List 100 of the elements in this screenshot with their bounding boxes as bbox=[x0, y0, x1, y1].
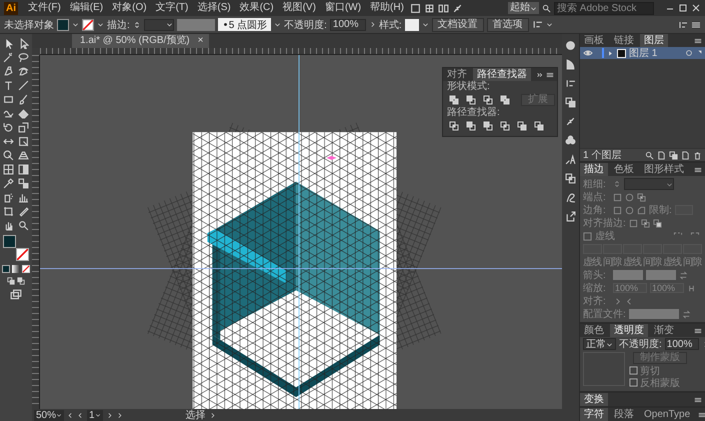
shape-icon[interactable] bbox=[565, 59, 576, 70]
curvature-pen-icon[interactable] bbox=[18, 66, 29, 77]
type-icon[interactable] bbox=[3, 80, 14, 91]
panel-tab[interactable]: 颜色 bbox=[580, 324, 608, 337]
workspace-dropdown[interactable]: 起始 bbox=[508, 2, 539, 14]
menu-item[interactable]: 窗口(W) bbox=[322, 1, 364, 15]
menu-item[interactable]: 效果(C) bbox=[236, 1, 277, 15]
color-mode-swatch[interactable] bbox=[2, 265, 10, 273]
panel-tab[interactable]: 链接 bbox=[610, 34, 638, 47]
close-tab-button[interactable]: × bbox=[196, 35, 206, 47]
menu-item[interactable]: 文字(T) bbox=[152, 1, 192, 15]
minus-back-icon[interactable] bbox=[534, 121, 544, 131]
panel-tab[interactable]: 画板 bbox=[580, 34, 608, 47]
toolbar-button[interactable]: 文档设置 bbox=[432, 18, 484, 32]
panel-tab[interactable]: 渐变 bbox=[650, 324, 678, 337]
mesh-icon[interactable] bbox=[3, 164, 14, 175]
menu-item[interactable]: 文件(F) bbox=[25, 1, 64, 15]
scale-icon[interactable] bbox=[18, 122, 29, 133]
eye-icon[interactable] bbox=[583, 48, 593, 58]
slice-icon[interactable] bbox=[18, 206, 29, 217]
circle-icon[interactable] bbox=[565, 40, 576, 51]
symbol-sprayer-icon[interactable] bbox=[3, 192, 14, 203]
opacity-field[interactable]: 100% bbox=[664, 338, 699, 350]
spinner-icon[interactable] bbox=[132, 20, 141, 30]
checkbox[interactable] bbox=[629, 366, 638, 375]
toolbar-button[interactable]: 首选项 bbox=[486, 18, 529, 32]
bar-graph-icon[interactable] bbox=[18, 192, 29, 203]
blend-icon[interactable] bbox=[18, 178, 29, 189]
panel-tab[interactable]: 图层 bbox=[640, 34, 668, 47]
menu-icon[interactable] bbox=[546, 70, 554, 78]
expand-arrow-icon[interactable] bbox=[607, 50, 614, 56]
hand-icon[interactable] bbox=[3, 220, 14, 231]
menu-icon[interactable] bbox=[694, 166, 702, 174]
menu-icon[interactable] bbox=[694, 396, 702, 404]
search-field[interactable]: 搜索 Adobe Stock bbox=[554, 2, 654, 14]
zoom-dropdown[interactable]: 50% bbox=[34, 410, 64, 420]
rotate-icon[interactable] bbox=[3, 122, 14, 133]
unite-icon[interactable] bbox=[449, 95, 459, 105]
fill-color-swatch[interactable] bbox=[3, 235, 16, 248]
guide-line[interactable] bbox=[40, 268, 562, 269]
draw-behind-icon[interactable] bbox=[17, 277, 25, 285]
panel-tab[interactable]: 段落 bbox=[610, 408, 638, 421]
direct-selection-icon[interactable] bbox=[18, 38, 29, 49]
zoom-icon[interactable] bbox=[18, 220, 29, 231]
menu-icon[interactable] bbox=[698, 410, 705, 418]
perspective-grid-icon[interactable] bbox=[18, 150, 29, 161]
merge-icon[interactable] bbox=[483, 121, 493, 131]
free-transform-icon[interactable] bbox=[18, 136, 29, 147]
panel-tab[interactable]: 对齐 bbox=[443, 68, 471, 81]
gradient-mode-swatch[interactable] bbox=[12, 265, 20, 273]
divide-icon[interactable] bbox=[449, 121, 459, 131]
search-icon[interactable] bbox=[645, 150, 654, 160]
line-icon[interactable] bbox=[18, 80, 29, 91]
menu-icon[interactable] bbox=[694, 36, 702, 44]
layout-icon[interactable] bbox=[438, 2, 449, 14]
menu-item[interactable]: 视图(V) bbox=[280, 1, 319, 15]
none-mode-swatch[interactable] bbox=[22, 265, 30, 273]
stroke-none-swatch[interactable] bbox=[16, 248, 29, 261]
menu-icon[interactable] bbox=[691, 20, 701, 30]
artboard-dropdown[interactable]: 1 bbox=[87, 410, 103, 420]
arrange-icon[interactable] bbox=[532, 19, 543, 30]
shape-builder-icon[interactable] bbox=[3, 150, 14, 161]
grid-icon[interactable] bbox=[424, 2, 435, 14]
minus-front-icon[interactable] bbox=[466, 95, 476, 105]
lasso-icon[interactable] bbox=[18, 52, 29, 63]
crop-icon[interactable] bbox=[500, 121, 510, 131]
close-icon[interactable] bbox=[691, 3, 701, 13]
collapse-icon[interactable] bbox=[536, 70, 544, 78]
page-icon[interactable] bbox=[657, 150, 666, 160]
trim-icon[interactable] bbox=[466, 121, 476, 131]
panel-tab[interactable]: 路径查找器 bbox=[473, 68, 531, 81]
menu-item[interactable]: 对象(O) bbox=[109, 1, 150, 15]
pen-a-icon[interactable] bbox=[565, 154, 576, 165]
export-icon[interactable] bbox=[565, 211, 576, 222]
trash-icon[interactable] bbox=[693, 150, 702, 160]
style-swatch[interactable] bbox=[404, 18, 419, 30]
eyedropper-icon[interactable] bbox=[3, 178, 14, 189]
intersect-icon[interactable] bbox=[483, 95, 493, 105]
club-icon[interactable] bbox=[565, 135, 576, 146]
panel-tab[interactable]: OpenType bbox=[640, 408, 694, 421]
checkbox[interactable] bbox=[629, 378, 638, 387]
document-tab[interactable]: 1.ai* @ 50% (RGB/预览) × bbox=[72, 34, 210, 48]
menu-icon[interactable] bbox=[694, 326, 702, 334]
menu-item[interactable]: 选择(S) bbox=[194, 1, 234, 15]
gradient-icon[interactable] bbox=[18, 164, 29, 175]
outline-icon[interactable] bbox=[517, 121, 527, 131]
new-layer-icon[interactable] bbox=[681, 150, 690, 160]
fill-swatch[interactable] bbox=[57, 18, 69, 30]
layer-row[interactable]: 图层 1 bbox=[580, 47, 705, 59]
script-icon[interactable] bbox=[565, 192, 576, 203]
grip-icon[interactable] bbox=[678, 20, 688, 30]
clipping-mask-icon[interactable] bbox=[669, 150, 678, 160]
blend-mode-dropdown[interactable]: 正常 bbox=[583, 338, 616, 350]
magic-wand-icon[interactable] bbox=[3, 52, 14, 63]
menu-item[interactable]: 编辑(E) bbox=[66, 1, 106, 15]
no-stroke-swatch[interactable] bbox=[82, 18, 94, 30]
panel-tab[interactable]: 透明度 bbox=[610, 324, 648, 337]
opacity-field[interactable]: 100% bbox=[330, 18, 366, 30]
paintbrush-icon[interactable] bbox=[18, 94, 29, 105]
exclude-icon[interactable] bbox=[500, 95, 510, 105]
